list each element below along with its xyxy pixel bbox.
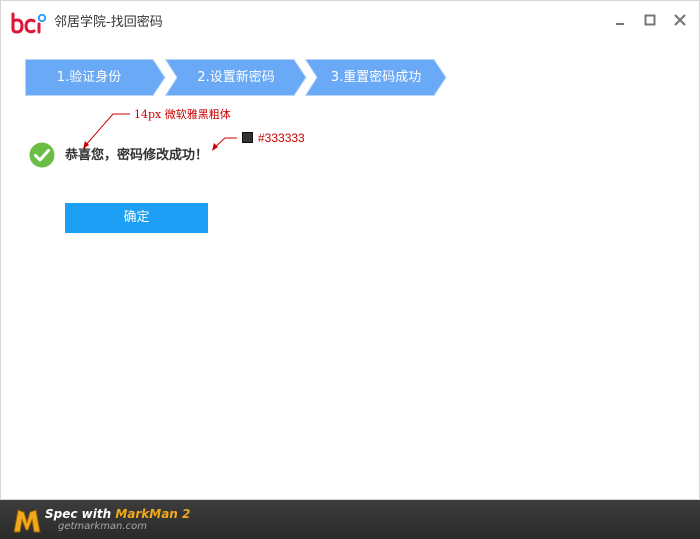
window-title: 邻居学院-找回密码 — [54, 15, 163, 30]
step-label: 2.设置新密码 — [197, 70, 275, 85]
markman-brand: MarkMan 2 — [115, 507, 191, 521]
markman-spec-text: Spec with MarkMan 2 — [45, 507, 190, 521]
minimize-button[interactable] — [612, 12, 628, 28]
markman-logo-icon — [13, 509, 41, 533]
title-bar: 邻居学院-找回密码 — [1, 1, 699, 41]
step-verify-identity: 1.验证身份 — [25, 59, 166, 96]
step-label: 1.验证身份 — [56, 70, 122, 85]
close-icon — [674, 14, 686, 26]
maximize-icon — [644, 14, 656, 26]
success-message: 恭喜您，密码修改成功！ — [65, 148, 209, 163]
maximize-button[interactable] — [642, 12, 658, 28]
reset-password-window: 邻居学院-找回密码 1.验证身份 2.设置新密码 3.重置密码成功 恭喜您，密码… — [0, 0, 700, 500]
step-set-password: 2.设置新密码 — [165, 59, 307, 96]
success-check-icon — [29, 142, 55, 168]
confirm-button[interactable]: 确定 — [65, 203, 208, 233]
minimize-icon — [616, 23, 624, 25]
step-reset-success: 3.重置密码成功 — [305, 59, 447, 96]
color-spec-annotation: #333333 — [258, 131, 305, 145]
spec-prefix: Spec with — [45, 507, 116, 521]
font-spec-annotation: 14px 微软雅黑粗体 — [134, 108, 231, 121]
markman-url: getmarkman.com — [58, 521, 147, 532]
progress-steps: 1.验证身份 2.设置新密码 3.重置密码成功 — [25, 59, 447, 96]
step-label: 3.重置密码成功 — [330, 70, 422, 85]
color-swatch — [242, 132, 253, 143]
close-button[interactable] — [672, 12, 688, 28]
app-logo — [11, 12, 47, 34]
